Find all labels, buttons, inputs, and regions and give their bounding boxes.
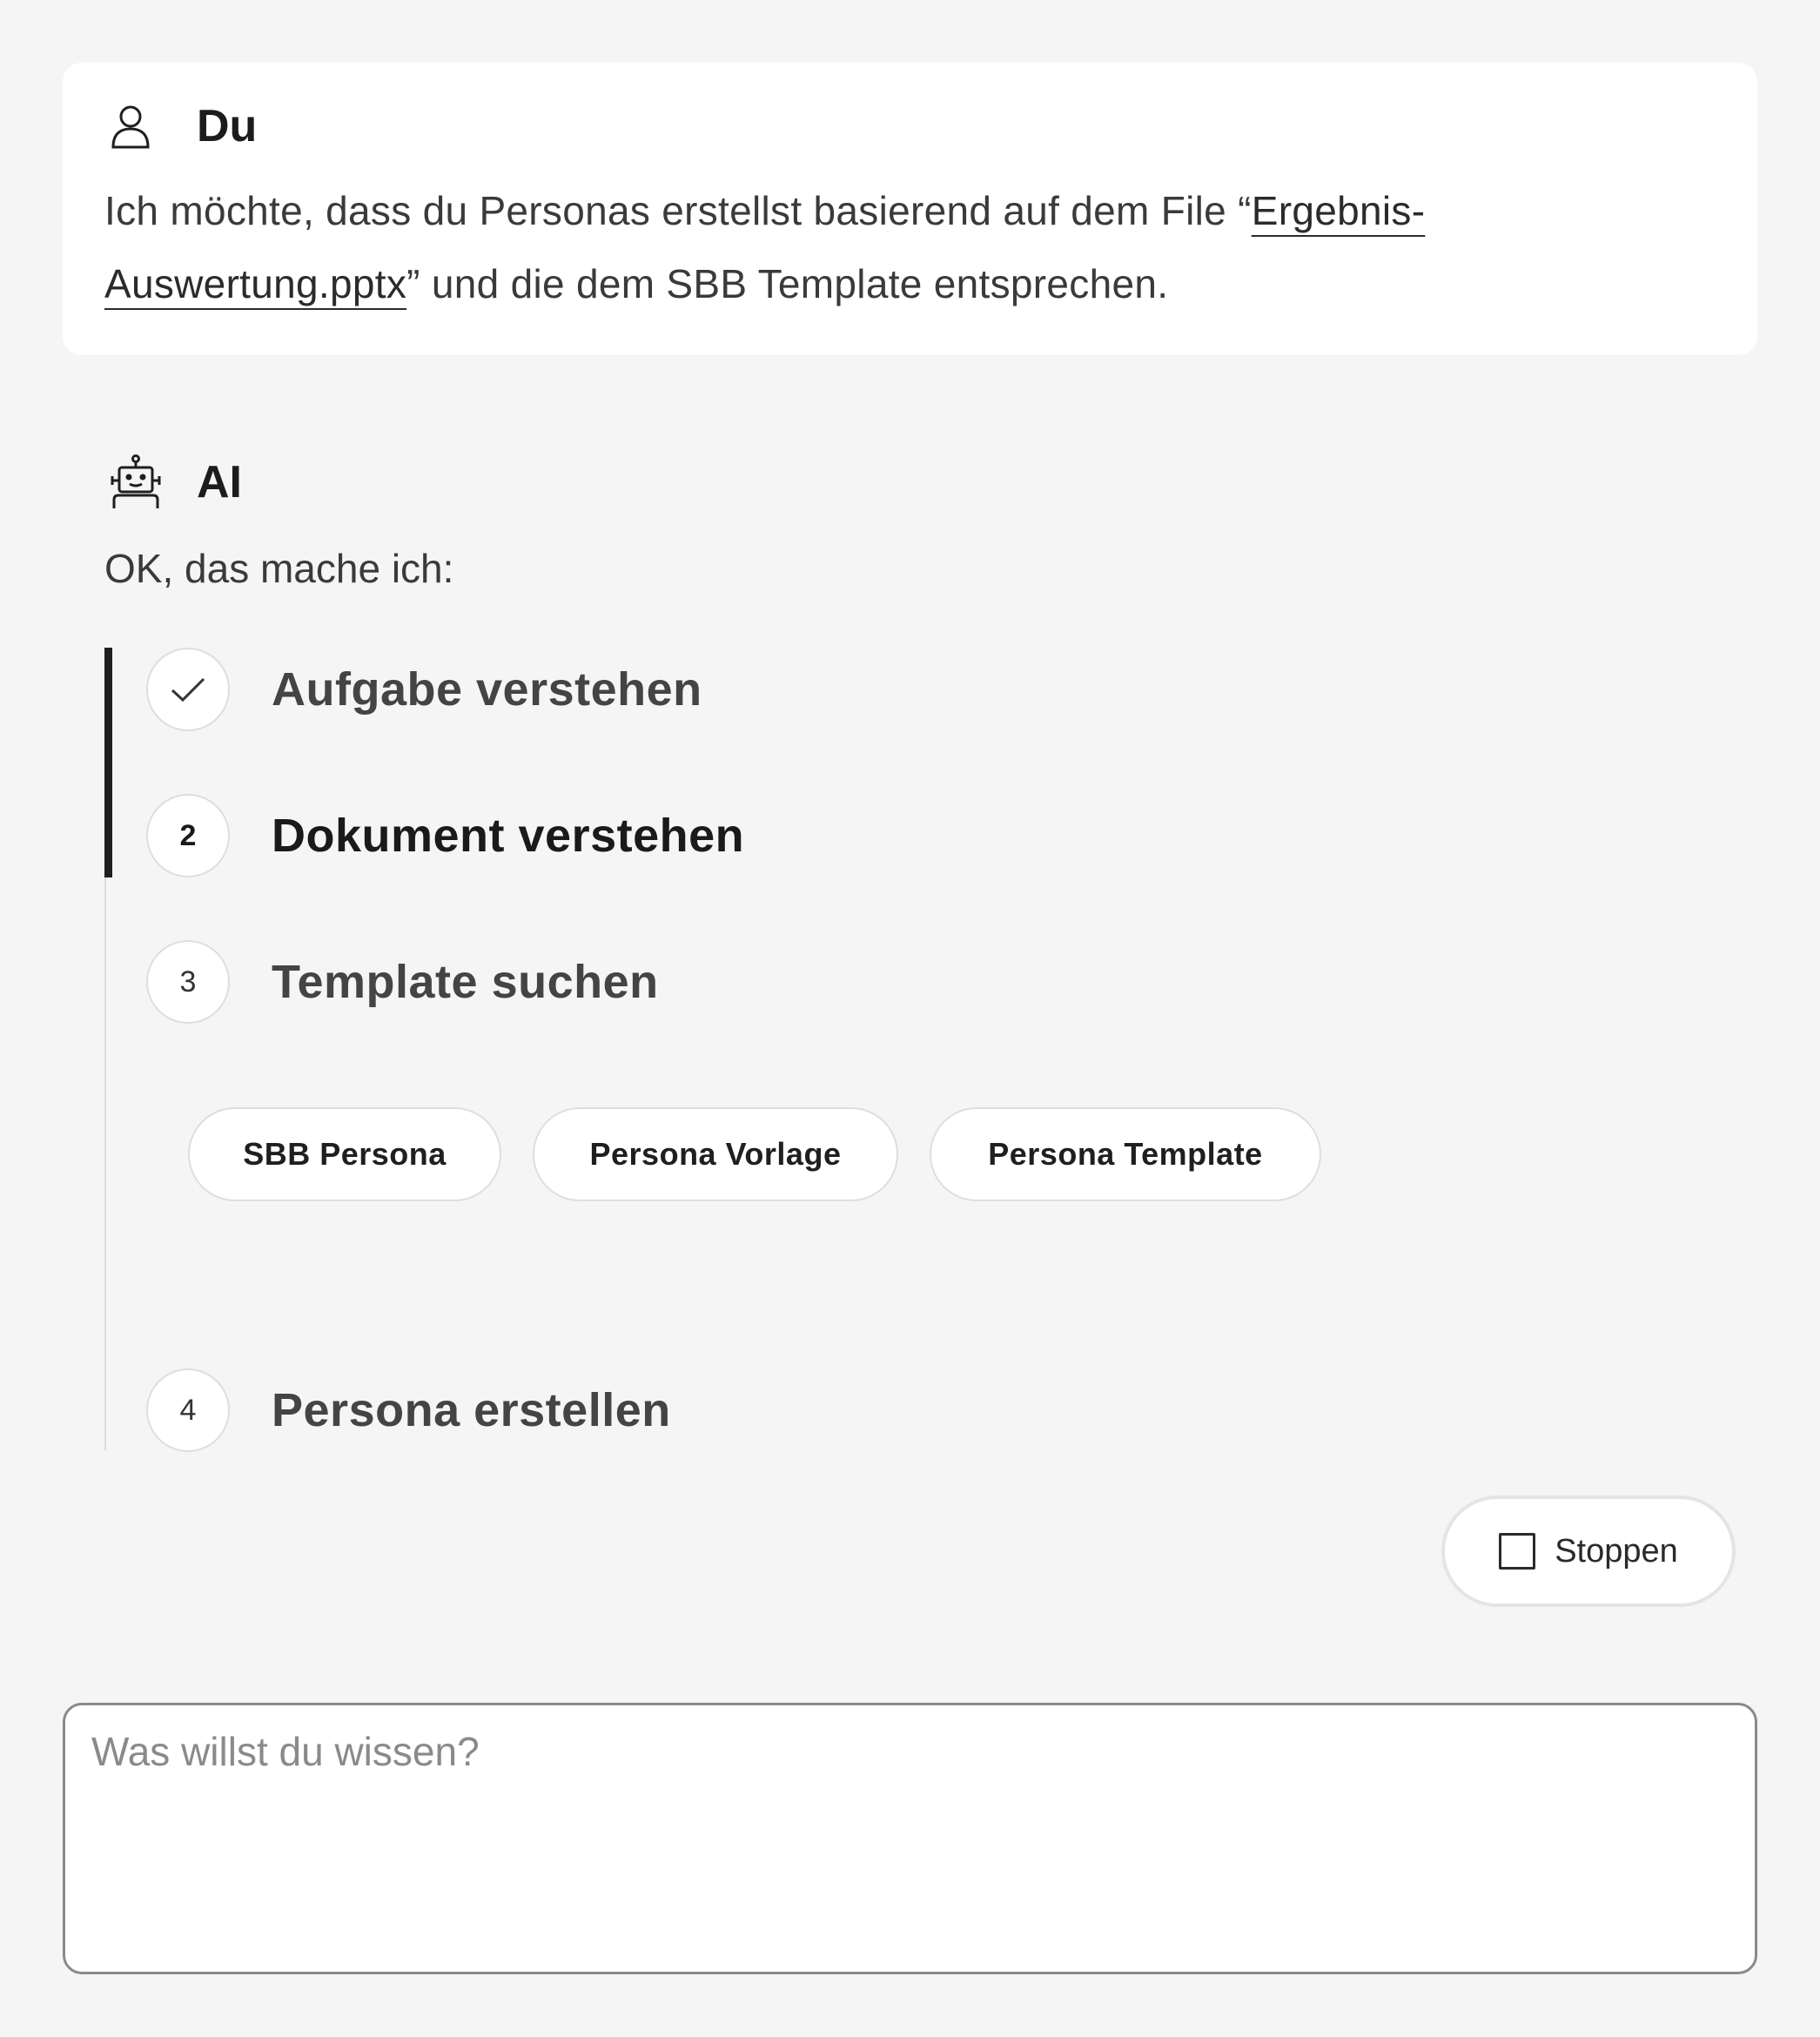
step-4-marker: 4 [146,1368,230,1452]
step-3-label: Template suchen [272,956,659,1008]
ai-intro-text: OK, das mache ich: [104,546,454,591]
step-1-done-marker [146,648,230,731]
suggestion-chip-sbb-persona[interactable]: SBB Persona [188,1107,501,1201]
stop-button-label: Stoppen [1555,1532,1678,1570]
step-3-marker: 3 [146,940,230,1024]
user-icon [104,100,157,152]
step-2: 2 Dokument verstehen [146,794,744,877]
step-2-marker: 2 [146,794,230,877]
step-4: 4 Persona erstellen [146,1368,671,1452]
step-2-label: Dokument verstehen [272,810,745,862]
robot-icon [104,451,167,514]
step-4-label: Persona erstellen [272,1384,671,1436]
step-3: 3 Template suchen [146,940,659,1024]
user-message-header: Du [104,97,257,155]
check-icon [171,677,205,703]
user-message-text-before: Ich möchte, dass du Personas erstellst b… [104,188,1252,233]
chat-input-box[interactable] [63,1703,1757,1974]
step-1: Aufgabe verstehen [146,648,702,731]
stop-square-icon [1499,1533,1536,1570]
user-message-text: Ich möchte, dass du Personas erstellst b… [104,174,1689,320]
ai-message-header: AI [104,447,242,517]
chat-window: Du Ich möchte, dass du Personas erstells… [0,0,1820,2037]
stop-button[interactable]: Stoppen [1441,1496,1736,1607]
progress-track-active [104,648,112,877]
user-message-card: Du Ich möchte, dass du Personas erstells… [63,63,1757,355]
suggestion-chip-persona-vorlage[interactable]: Persona Vorlage [533,1107,898,1201]
step-1-label: Aufgabe verstehen [272,663,702,716]
chat-input[interactable] [91,1728,1728,1946]
user-author-name: Du [197,101,258,151]
ai-author-name: AI [197,457,242,508]
suggestion-chip-persona-template[interactable]: Persona Template [930,1107,1321,1201]
user-message-text-after: ” und die dem SBB Template entsprechen. [406,261,1169,306]
